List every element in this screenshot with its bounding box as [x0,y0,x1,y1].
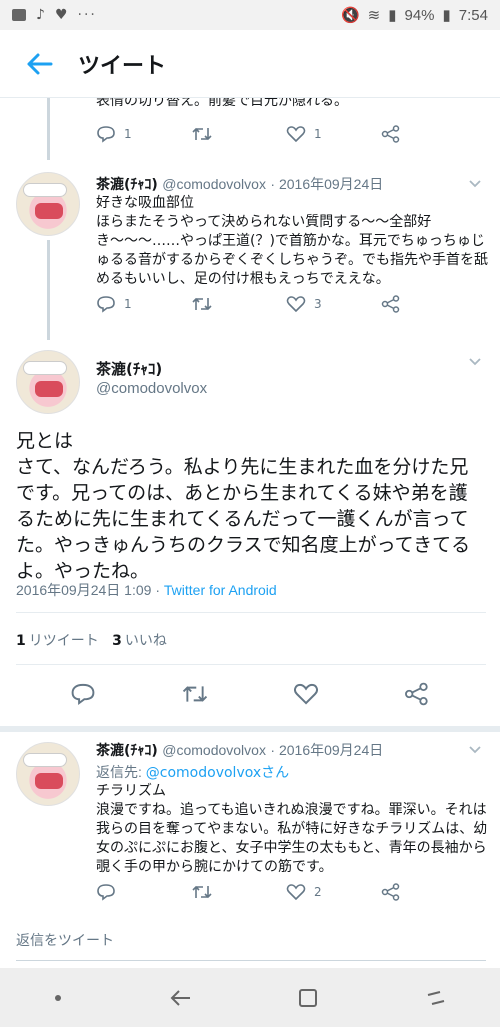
back-button[interactable] [0,30,78,98]
author-name[interactable]: 茶漉(ﾁｬｺ) [96,177,158,193]
reply-icon [97,296,115,313]
like-stat[interactable]: 3 いいね [112,633,167,649]
battery-level: 94% [404,6,435,24]
app-bar: ツイート [0,30,500,98]
share-button[interactable] [381,125,476,143]
reply-button[interactable] [96,883,191,901]
back-arrow-icon [27,53,53,74]
tweet-actions: 2 [96,880,476,904]
status-bar: ♪ ♥ ··· 🔇 ≋ ▮ 94% ▮ 7:54 [0,0,500,30]
reply-target-link[interactable]: @comodovolvoxさん [146,765,289,781]
reply-icon [97,884,115,901]
reply-button[interactable]: 1 [96,295,191,313]
reply-count: 1 [124,297,132,311]
author-name[interactable]: 茶漉(ﾁｬｺ) [96,358,162,379]
heart-icon [286,884,306,901]
music-icon: ♪ [36,7,45,23]
chevron-down-icon[interactable] [468,742,482,756]
focused-tweet-actions [0,674,500,714]
page-title: ツイート [78,53,167,79]
like-button[interactable]: 2 [286,883,381,901]
recents-nav-icon[interactable] [424,988,448,1008]
thread-line [47,98,50,160]
tweet-date: · 2016年09月24日 [270,742,384,758]
tweet-card[interactable]: 茶漉(ﾁｬｺ) @comodovolvox · 2016年09月24日 返信先:… [0,732,500,922]
wifi-icon: ≋ [367,7,381,24]
author-handle[interactable]: @comodovolvox [96,380,207,397]
share-icon[interactable] [404,682,430,706]
dot-icon[interactable] [53,993,63,1003]
tweet-card[interactable]: 茶漉(ﾁｬｺ) @comodovolvox · 2016年09月24日 好きな吸… [0,160,500,340]
share-icon [381,125,400,143]
share-icon [381,883,400,901]
more-notifications-icon: ··· [77,7,97,23]
retweet-stat[interactable]: 1 リツイート [16,633,99,649]
thread-line [47,240,50,340]
tweet-timestamp: 2016年09月24日 1:09 · [16,582,164,598]
author-handle[interactable]: @comodovolvox [162,742,266,758]
retweet-icon [192,127,212,141]
retweet-button[interactable] [191,126,286,142]
tweet-text: 表情の切り替え。前髪で目元が隠れる。 [96,98,348,109]
battery-icon: ▮ [442,7,451,24]
tweet-actions: 1 1 [96,122,476,146]
share-button[interactable] [381,883,476,901]
retweet-icon [192,297,212,311]
retweet-icon [192,885,212,899]
mute-icon: 🔇 [340,7,360,24]
heart-icon [286,126,306,143]
reply-icon[interactable] [70,682,96,706]
avatar[interactable] [16,742,80,806]
chevron-down-icon[interactable] [468,354,482,368]
signal-icon: ▮ [388,7,397,24]
reply-icon [97,126,115,143]
reply-compose-input[interactable]: 返信をツイート [16,930,114,950]
divider [16,612,486,613]
heart-icon[interactable] [293,682,319,706]
reply-button[interactable]: 1 [96,125,191,143]
reply-context: 返信先: @comodovolvoxさん [96,764,290,781]
tweet-thread: 表情の切り替え。前髪で目元が隠れる。 1 1 茶漉(ﾁｬｺ) @comodovo… [0,98,500,968]
author-handle[interactable]: @comodovolvox [162,176,266,192]
chevron-down-icon[interactable] [468,176,482,190]
clock: 7:54 [458,6,488,24]
reply-count: 1 [124,127,132,141]
compose-underline [16,960,486,961]
like-count: 1 [314,127,322,141]
tweet-text: チラリズム 浪漫ですね。追っても追いきれぬ浪漫ですね。罪深い。それは我らの目を奪… [96,783,488,875]
system-nav-bar [0,968,500,1027]
tweet-text: 好きな吸血部位 ほらまたそうやって決められない質問する〜〜全部好き〜〜〜……やっ… [96,195,488,287]
retweet-button[interactable] [191,296,286,312]
tweet-date: · 2016年09月24日 [270,176,384,192]
avatar[interactable] [16,172,80,236]
focused-tweet: 茶漉(ﾁｬｺ) @comodovolvox 兄とは さて、なんだろう。私より先に… [0,340,500,725]
home-nav-icon[interactable] [297,987,319,1009]
retweet-button[interactable] [191,884,286,900]
avatar[interactable] [16,350,80,414]
like-count: 2 [314,885,322,899]
retweet-icon[interactable] [181,683,209,705]
like-button[interactable]: 1 [286,125,381,143]
tweet-source-link[interactable]: Twitter for Android [164,582,277,598]
author-name[interactable]: 茶漉(ﾁｬｺ) [96,743,158,759]
tweet-card[interactable]: 表情の切り替え。前髪で目元が隠れる。 1 1 [0,98,500,160]
heart-icon [286,296,306,313]
heart-notification-icon: ♥ [54,7,68,23]
divider [16,664,486,665]
tweet-meta: 2016年09月24日 1:09 · Twitter for Android [16,580,277,600]
like-button[interactable]: 3 [286,295,381,313]
gallery-icon [12,9,26,21]
share-button[interactable] [381,295,476,313]
like-count: 3 [314,297,322,311]
tweet-text: 兄とは さて、なんだろう。私より先に生まれた血を分けた兄です。兄ってのは、あとか… [16,430,471,582]
tweet-stats: 1 リツイート 3 いいね [16,630,167,650]
tweet-actions: 1 3 [96,292,476,316]
share-icon [381,295,400,313]
back-nav-icon[interactable] [168,988,192,1008]
